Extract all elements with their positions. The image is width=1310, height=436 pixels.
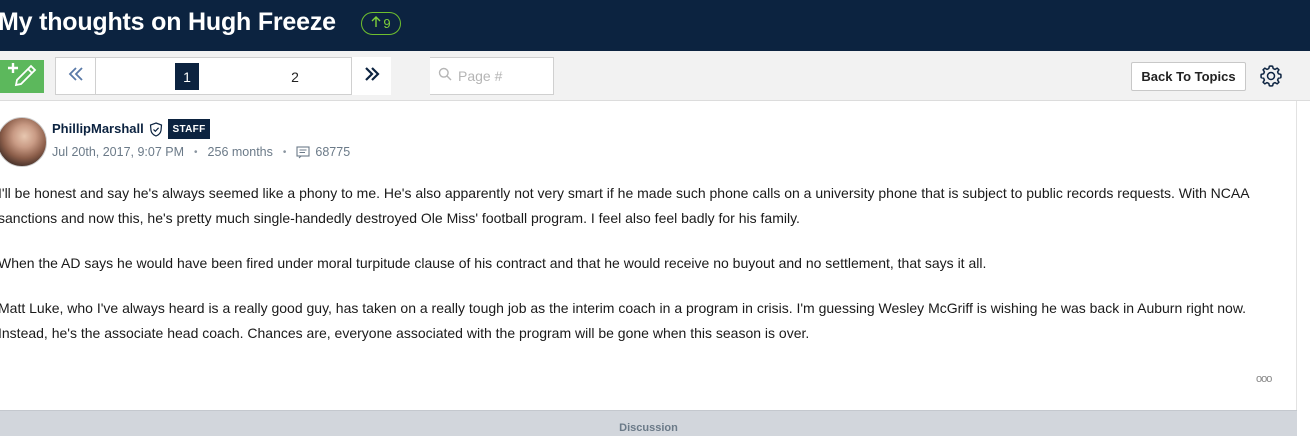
post-author[interactable]: PhillipMarshall xyxy=(52,121,144,136)
posts-icon xyxy=(296,145,310,159)
post-meta: Jul 20th, 2017, 9:07 PM • 256 months • 6… xyxy=(52,145,350,159)
first-page-button[interactable] xyxy=(56,58,96,94)
post: PhillipMarshall STAFF Jul 20th, 2017, 9:… xyxy=(0,101,1297,410)
staff-badge: STAFF xyxy=(168,119,210,139)
vote-badge[interactable]: 9 xyxy=(361,12,401,35)
page-number-input[interactable] xyxy=(458,68,548,84)
double-chevron-right-icon xyxy=(364,66,380,86)
topic-header: My thoughts on Hugh Freeze 9 xyxy=(0,0,1310,51)
more-options-button[interactable]: ooo xyxy=(1256,373,1272,385)
double-chevron-left-icon xyxy=(68,66,84,86)
new-post-button[interactable] xyxy=(0,60,44,93)
separator-dot: • xyxy=(282,146,287,158)
pagination: 1 2 xyxy=(55,57,391,95)
page-title: My thoughts on Hugh Freeze xyxy=(0,8,336,36)
page-1-button[interactable]: 1 xyxy=(175,63,199,90)
post-body: I'll be honest and say he's always seeme… xyxy=(0,181,1288,366)
post-count: 68775 xyxy=(315,145,351,159)
post-paragraph: Matt Luke, who I've always heard is a re… xyxy=(0,300,1247,341)
gear-icon[interactable] xyxy=(1259,64,1283,88)
page-search-box xyxy=(430,57,554,95)
separator-dot: • xyxy=(194,146,198,158)
member-tenure: 256 months xyxy=(207,145,273,159)
last-page-button[interactable] xyxy=(351,57,391,95)
discussion-label: Discussion xyxy=(0,410,1297,436)
vote-count: 9 xyxy=(383,16,391,31)
page-2-button[interactable]: 2 xyxy=(283,63,307,90)
post-date: Jul 20th, 2017, 9:07 PM xyxy=(52,145,185,159)
up-arrow-icon xyxy=(371,16,381,31)
avatar[interactable] xyxy=(0,117,47,167)
post-paragraph: I'll be honest and say he's always seeme… xyxy=(0,185,1249,226)
new-post-icon xyxy=(7,61,37,92)
back-to-topics-button[interactable]: Back To Topics xyxy=(1131,62,1246,91)
search-icon xyxy=(438,67,452,86)
topic-toolbar: 1 2 Back To Topics xyxy=(0,51,1310,101)
verified-shield-icon xyxy=(149,122,163,137)
post-paragraph: When the AD says he would have been fire… xyxy=(0,255,987,271)
